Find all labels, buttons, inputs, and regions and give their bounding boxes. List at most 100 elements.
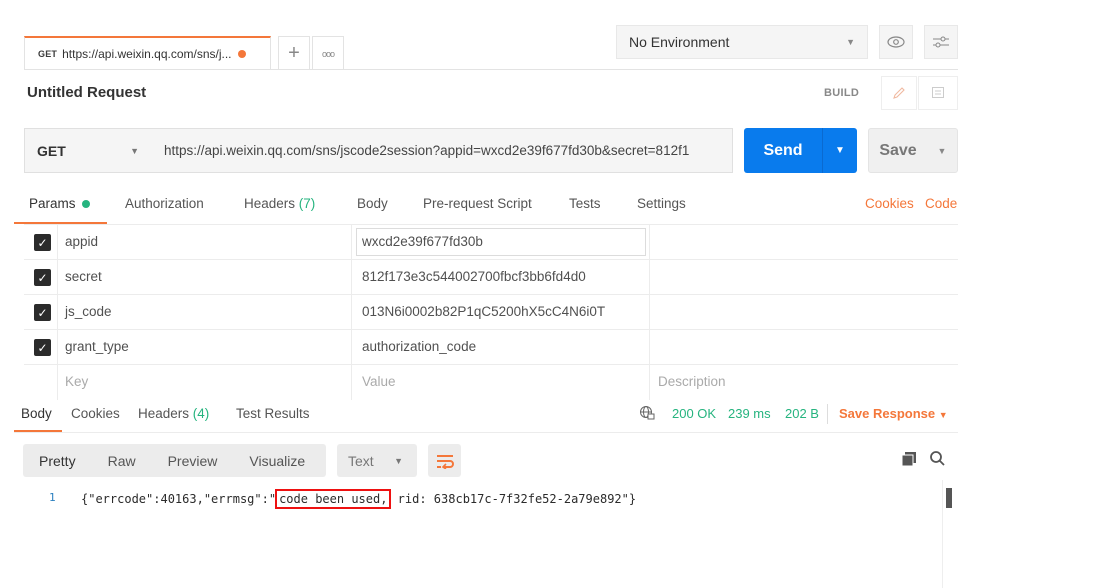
tab-authorization[interactable]: Authorization [125,196,204,211]
format-select[interactable]: Text ▼ [337,444,417,477]
chevron-down-icon: ▼ [938,410,948,420]
checkbox-checked-icon[interactable]: ✓ [34,304,51,321]
column-divider [57,330,58,364]
checkbox-checked-icon[interactable]: ✓ [34,339,51,356]
param-value[interactable]: 812f173e3c544002700fbcf3bb6fd4d0 [362,269,586,284]
response-tab-headers[interactable]: Headers (4) [138,406,209,421]
edit-button[interactable] [881,76,917,110]
checkbox-checked-icon[interactable]: ✓ [34,269,51,286]
status-divider [827,404,828,424]
view-visualize[interactable]: Visualize [233,453,321,469]
response-body-code[interactable]: {"errcode":40163,"errmsg":" code been use… [81,489,636,509]
environment-quick-look-button[interactable] [879,25,913,59]
format-label: Text [348,452,374,469]
tab-params[interactable]: Params [29,196,90,211]
column-divider [57,260,58,294]
tab-params-label: Params [29,196,76,211]
param-key[interactable]: grant_type [65,339,129,354]
table-row: ✓ grant_type authorization_code [24,330,958,365]
param-key[interactable]: js_code [65,304,112,319]
scrollbar[interactable] [946,488,952,508]
response-headers-label: Headers [138,406,190,421]
column-divider [351,365,352,400]
more-icon: ooo [321,48,335,59]
postman-window: GET https://api.weixin.qq.com/sns/j... +… [0,0,1094,588]
column-divider [649,365,650,400]
response-tab-cookies[interactable]: Cookies [71,406,120,421]
table-row-new: Key Value Description [24,365,958,400]
response-time[interactable]: 239 ms [728,406,771,421]
send-options-chevron-icon[interactable]: ▼ [823,145,857,156]
comment-icon [932,87,944,98]
chevron-down-icon: ▼ [394,455,403,466]
param-value[interactable]: wxcd2e39f677fd30b [362,234,483,249]
comments-button[interactable] [918,76,958,110]
chevron-down-icon[interactable]: ▼ [927,146,957,156]
param-key[interactable]: secret [65,269,102,284]
table-row: ✓ appid wxcd2e39f677fd30b [24,225,958,260]
key-placeholder[interactable]: Key [65,374,88,389]
search-icon[interactable] [929,450,946,470]
code-suffix: rid: 638cb17c-7f32fe52-2a79e892"} [390,492,637,506]
param-key[interactable]: appid [65,234,98,249]
headers-count: (7) [298,196,316,211]
view-mode-segment: Pretty Raw Preview Visualize [23,444,326,477]
tab-pre-request-script[interactable]: Pre-request Script [423,196,532,211]
response-tab-test-results[interactable]: Test Results [236,406,310,421]
table-row: ✓ js_code 013N6i0002b82P1qC5200hX5cC4N6i… [24,295,958,330]
request-tab[interactable]: GET https://api.weixin.qq.com/sns/j... [24,36,271,70]
save-label: Save [879,141,917,159]
manage-environments-button[interactable] [924,25,958,59]
more-tabs-button[interactable]: ooo [312,36,344,70]
response-tab-body[interactable]: Body [21,406,52,421]
checkbox-checked-icon[interactable]: ✓ [34,234,51,251]
tab-divider [24,69,958,70]
editor-gutter-line [942,480,943,588]
status-code[interactable]: 200 OK [672,406,716,421]
table-row: ✓ secret 812f173e3c544002700fbcf3bb6fd4d… [24,260,958,295]
url-input[interactable]: https://api.weixin.qq.com/sns/jscode2ses… [153,128,733,173]
send-label: Send [744,128,823,173]
view-pretty[interactable]: Pretty [23,453,92,469]
view-preview[interactable]: Preview [152,453,234,469]
send-button[interactable]: Send ▼ [744,128,857,173]
highlight-box: code been used, [275,489,392,509]
description-placeholder[interactable]: Description [658,374,726,389]
eye-icon [887,36,905,48]
param-value[interactable]: 013N6i0002b82P1qC5200hX5cC4N6i0T [362,304,605,319]
column-divider [351,330,352,364]
chevron-down-icon: ▼ [130,145,139,156]
request-title[interactable]: Untitled Request [27,84,146,101]
tab-method: GET [38,49,58,59]
tab-body[interactable]: Body [357,196,388,211]
globe-lock-icon[interactable] [639,405,655,424]
tab-label: https://api.weixin.qq.com/sns/j... [62,47,232,61]
save-button[interactable]: Save ▼ [868,128,958,173]
view-raw[interactable]: Raw [92,453,152,469]
code-prefix: {"errcode":40163,"errmsg":" [81,492,277,506]
environment-select[interactable]: No Environment ▼ [616,25,868,59]
pencil-icon [893,87,905,99]
code-link[interactable]: Code [925,196,957,211]
column-divider [351,295,352,329]
response-size[interactable]: 202 B [785,406,819,421]
column-divider [57,365,58,400]
param-value[interactable]: authorization_code [362,339,476,354]
chevron-down-icon: ▼ [846,37,855,47]
tab-settings[interactable]: Settings [637,196,686,211]
method-select[interactable]: GET ▼ [24,128,154,173]
copy-icon[interactable] [901,451,917,470]
wrap-lines-button[interactable] [428,444,461,477]
tab-tests[interactable]: Tests [569,196,601,211]
cookies-link[interactable]: Cookies [865,196,914,211]
response-headers-count: (4) [192,406,210,421]
save-response-button[interactable]: Save Response ▼ [839,406,948,421]
value-placeholder[interactable]: Value [362,374,396,389]
column-divider [57,225,58,259]
sliders-icon [933,36,949,48]
new-tab-button[interactable]: + [278,36,310,70]
tab-headers[interactable]: Headers (7) [244,196,315,211]
environment-label: No Environment [629,34,730,50]
params-active-dot-icon [81,200,90,209]
method-label: GET [37,142,66,159]
